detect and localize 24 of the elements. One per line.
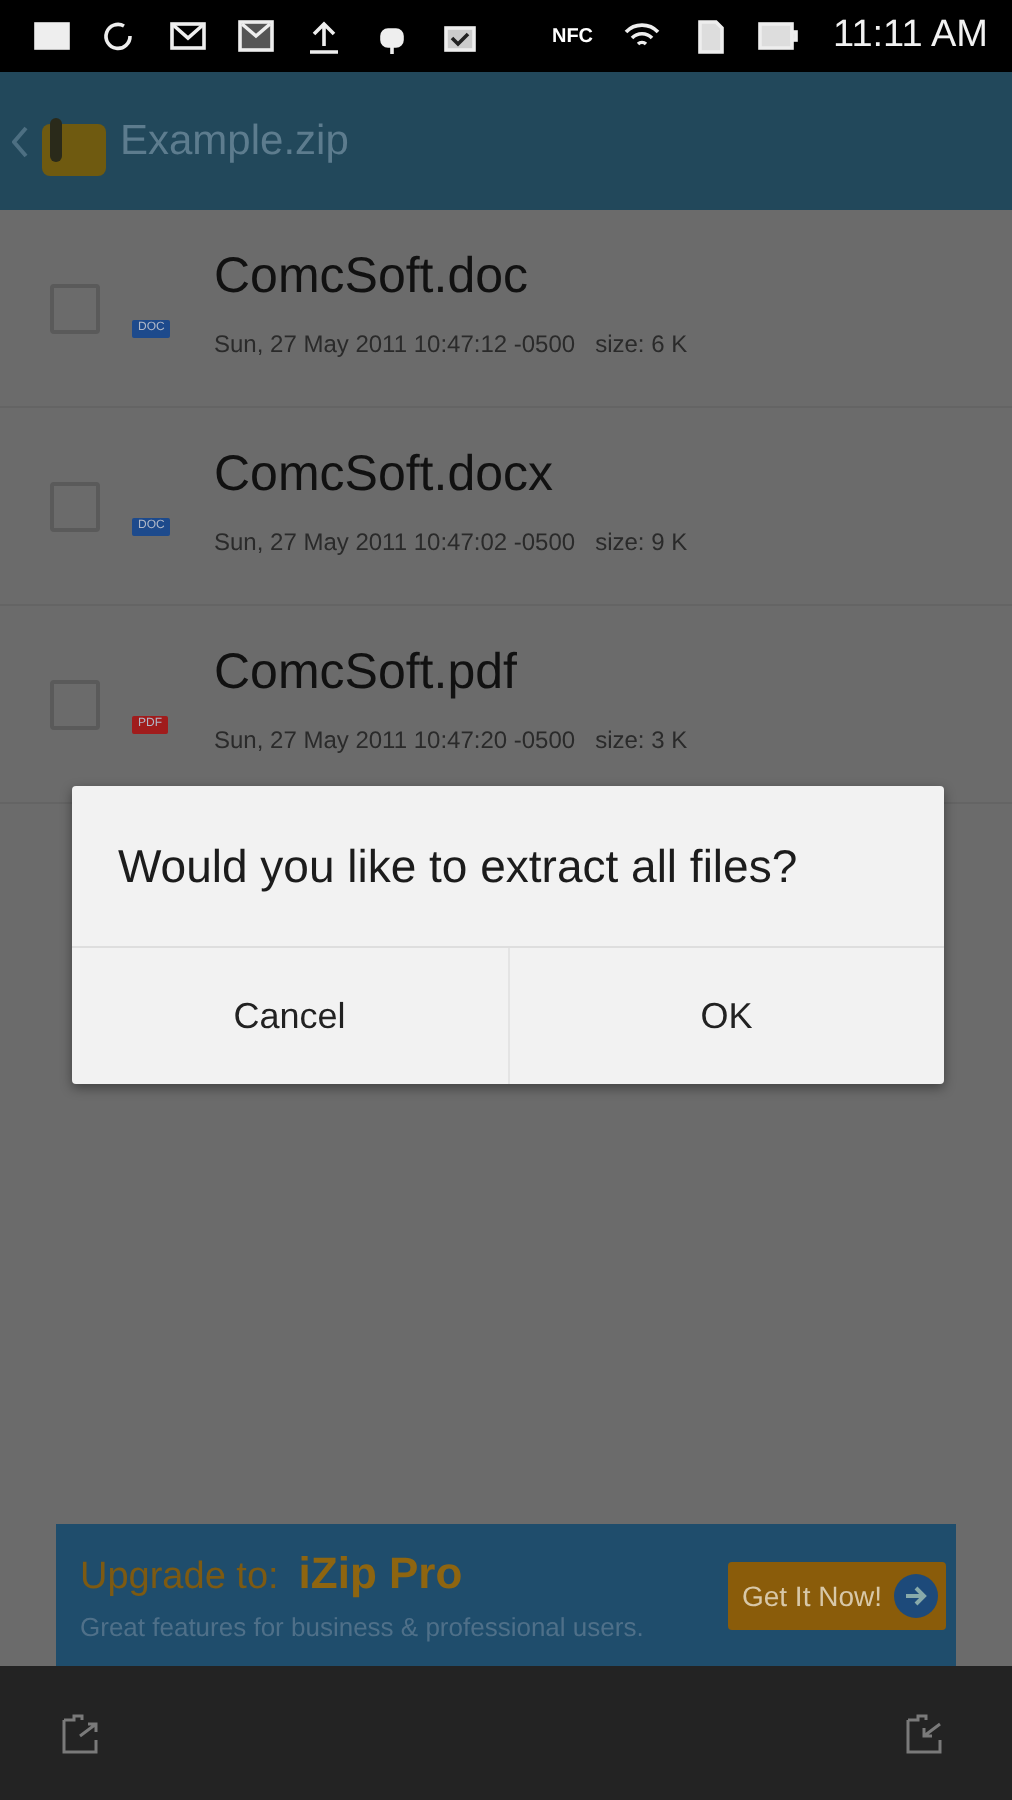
mail-icon xyxy=(236,18,276,54)
file-date: Sun, 27 May 2011 10:47:20 -0500 xyxy=(214,725,576,753)
get-it-now-button[interactable]: Get It Now! xyxy=(727,1561,946,1629)
file-date: Sun, 27 May 2011 10:47:12 -0500 xyxy=(214,329,576,357)
picture-icon xyxy=(32,18,72,54)
file-name: ComcSoft.doc xyxy=(214,247,531,305)
file-size: size: 9 K xyxy=(595,527,688,555)
dialog-button[interactable]: Cancel xyxy=(72,948,507,1084)
clock-time: 11:11 AM xyxy=(833,14,988,58)
app-title: Example.zip xyxy=(120,117,349,165)
ad-product-name: iZip Pro xyxy=(298,1548,463,1600)
file-name: ComcSoft.docx xyxy=(214,445,556,503)
mail-icon xyxy=(168,18,208,54)
dialog-message: Would you like to extract all files? xyxy=(72,786,944,948)
file-size: size: 3 K xyxy=(595,725,688,753)
ad-title-lead: Upgrade to: xyxy=(80,1556,279,1600)
upload-icon xyxy=(304,18,344,54)
file-date: Sun, 27 May 2011 10:47:02 -0500 xyxy=(214,527,576,555)
battery-icon xyxy=(757,18,798,54)
file-size: size: 6 K xyxy=(595,329,688,357)
nfc-label: NFC xyxy=(551,25,594,47)
dialog-button[interactable]: OK xyxy=(507,948,944,1084)
back-icon[interactable] xyxy=(12,125,28,157)
file-name: ComcSoft.pdf xyxy=(214,643,519,701)
